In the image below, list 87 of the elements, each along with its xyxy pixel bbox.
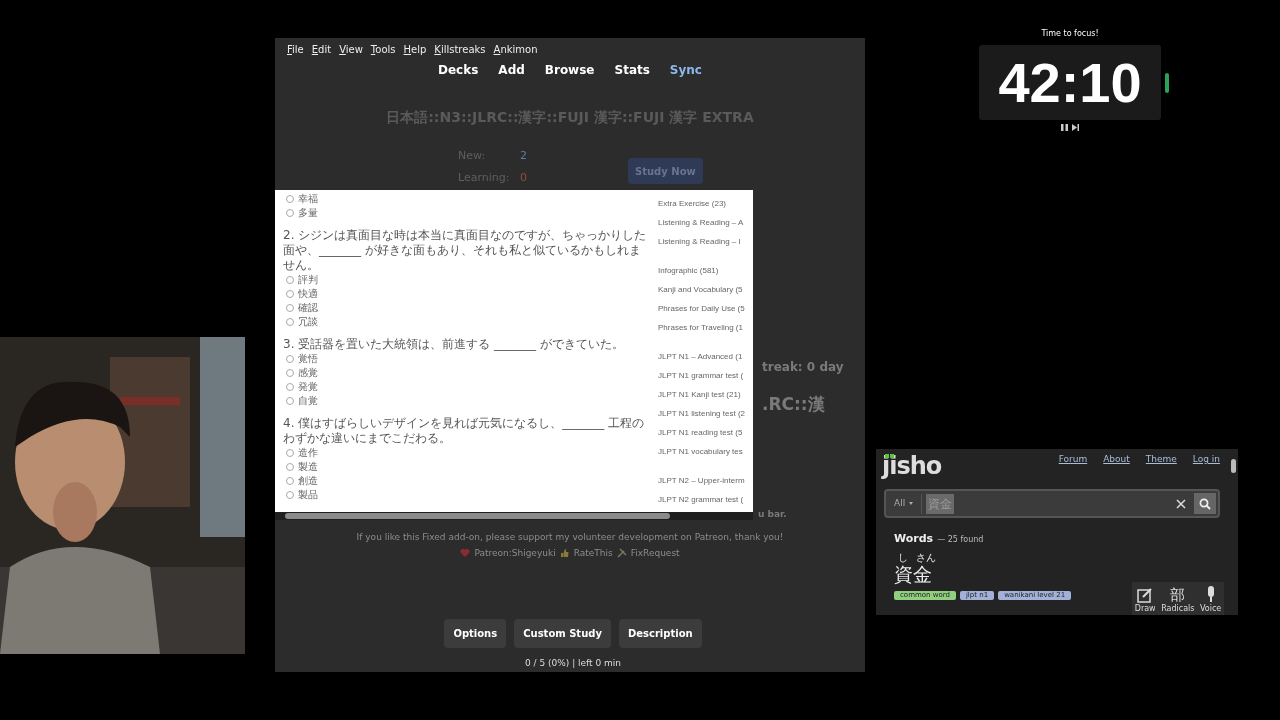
nav-link[interactable]: Forum — [1058, 453, 1088, 481]
toolbar-link[interactable]: Browse — [534, 61, 605, 79]
status-bar-indicator — [1165, 72, 1169, 93]
category-link[interactable]: Phrases for Traveling (1 — [658, 318, 745, 337]
word-result[interactable]: 資金 — [894, 562, 1238, 585]
question-text: 4. 僕はすばらしいデザインを見れば元気になるし、_______ 工程のわずかな違いにまでこだわる。 — [283, 416, 646, 446]
background-text: u bar. — [758, 508, 787, 521]
site-logo[interactable]: jisho — [882, 452, 942, 480]
question-text: 2. シジンは真面目な時は本当に真面目なのですが、ちゃっかりした面や、_______ が好きな面もあり、それも私と似ているかもしれません。 — [283, 228, 648, 273]
section-heading: Words — [894, 531, 934, 547]
nav-link[interactable]: Log in — [1192, 453, 1220, 481]
scrollbar-thumb — [1231, 458, 1236, 473]
filter-dropdown[interactable]: All — [894, 496, 906, 511]
logo-mark-icon — [885, 454, 894, 458]
support-link[interactable]: RateThis — [573, 546, 613, 560]
support-message: If you like this Fixed add-on, please support my volunteer development on Patreon, thank you! — [355, 531, 785, 544]
option-label: 確認 — [298, 301, 318, 315]
category-link[interactable]: Phrases for Daily Use (5 — [658, 299, 745, 318]
menu-item[interactable]: Tools — [366, 42, 400, 57]
furigana: さん — [916, 551, 936, 563]
option-label: 快適 — [298, 287, 318, 301]
menu-item[interactable]: File — [283, 42, 308, 57]
progress-text: 0 / 5 (0%) | left 0 min — [523, 657, 623, 670]
toolbar-link[interactable]: Stats — [604, 61, 660, 79]
category-link[interactable]: JLPT N2 – Upper-interm — [658, 471, 745, 490]
category-link[interactable]: JLPT N1 – Advanced (1 — [658, 347, 745, 366]
skip-icon — [1072, 124, 1079, 131]
option-label: 幸福 — [298, 192, 318, 206]
category-link[interactable]: Listening & Reading – A — [658, 213, 745, 232]
menu-item[interactable]: Killstreaks — [430, 42, 490, 57]
action-button[interactable]: Description — [618, 619, 702, 648]
heart-icon — [460, 548, 471, 559]
support-link[interactable]: Patreon:Shigeyuki — [474, 546, 556, 560]
search-button[interactable] — [1194, 493, 1216, 514]
category-link[interactable]: JLPT N1 Kanji test (21) — [658, 385, 745, 404]
radical-glyph: 部 — [1170, 587, 1186, 603]
option-label: 感覚 — [298, 366, 318, 380]
caret-icon — [909, 502, 914, 505]
category-link[interactable]: Extra Exercise (23) — [658, 194, 745, 213]
toolbar-link[interactable]: Add — [488, 61, 535, 79]
tool-button[interactable]: Radicals — [1161, 603, 1195, 615]
menu-item[interactable]: View — [335, 42, 367, 57]
count-value: 2 — [520, 148, 527, 164]
pencil-icon — [1137, 587, 1154, 603]
option-label: 多量 — [298, 206, 318, 220]
category-link[interactable]: Listening & Reading – I — [658, 232, 745, 251]
option-label: 評判 — [298, 273, 318, 287]
tools-icon — [616, 548, 627, 559]
furigana: し — [898, 551, 908, 563]
category-link[interactable]: JLPT N1 grammar test ( — [658, 366, 745, 385]
option-label: 創造 — [298, 474, 318, 488]
search-icon — [1199, 497, 1211, 510]
nav-link[interactable]: Theme — [1145, 453, 1177, 481]
option-label: 製品 — [298, 488, 318, 502]
option-label: 発覚 — [298, 380, 318, 394]
category-link[interactable]: JLPT N1 vocabulary tes — [658, 442, 745, 461]
count-value: 0 — [520, 170, 527, 186]
category-link[interactable]: Infographic (581) — [658, 261, 745, 280]
thumbs-up-icon — [559, 548, 570, 559]
nav-link[interactable]: About — [1103, 453, 1130, 481]
category-link[interactable]: JLPT N1 listening test (2 — [658, 404, 745, 423]
category-link[interactable]: JLPT N2 grammar test ( — [658, 490, 745, 509]
tool-button[interactable]: Draw — [1134, 603, 1156, 615]
background-text: treak: 0 day — [762, 359, 844, 376]
option-label: 自覚 — [298, 394, 318, 408]
menu-item[interactable]: Help — [399, 42, 431, 57]
background-text: .RC::漢 — [762, 393, 825, 416]
category-link[interactable]: Kanji and Vocabulary (5 — [658, 280, 745, 299]
option-label: 覚悟 — [298, 352, 318, 366]
timer-caption: Time to focus! — [1040, 28, 1100, 40]
toolbar-link[interactable]: Decks — [428, 61, 489, 79]
result-count: — 25 found — [937, 534, 984, 546]
action-button[interactable]: Custom Study — [514, 619, 611, 648]
support-link[interactable]: FixRequest — [630, 546, 680, 560]
pause-icon — [1061, 124, 1068, 131]
toolbar-link[interactable]: Sync — [659, 61, 712, 79]
option-label: 製造 — [298, 460, 318, 474]
question-text: 3. 受話器を置いた大統領は、前進する _______ ができていた。 — [283, 337, 625, 352]
timer-display: 42:10 — [979, 45, 1161, 120]
tool-button[interactable]: Voice — [1199, 603, 1222, 615]
category-link[interactable]: JLPT N1 reading test (5 — [658, 423, 745, 442]
clear-icon — [1176, 498, 1186, 509]
menu-item[interactable]: Edit — [307, 42, 336, 57]
option-label: 冗談 — [298, 315, 318, 329]
action-button[interactable]: Options — [444, 619, 507, 648]
menu-item[interactable]: Ankimon — [489, 42, 542, 57]
option-label: 造作 — [298, 446, 318, 460]
